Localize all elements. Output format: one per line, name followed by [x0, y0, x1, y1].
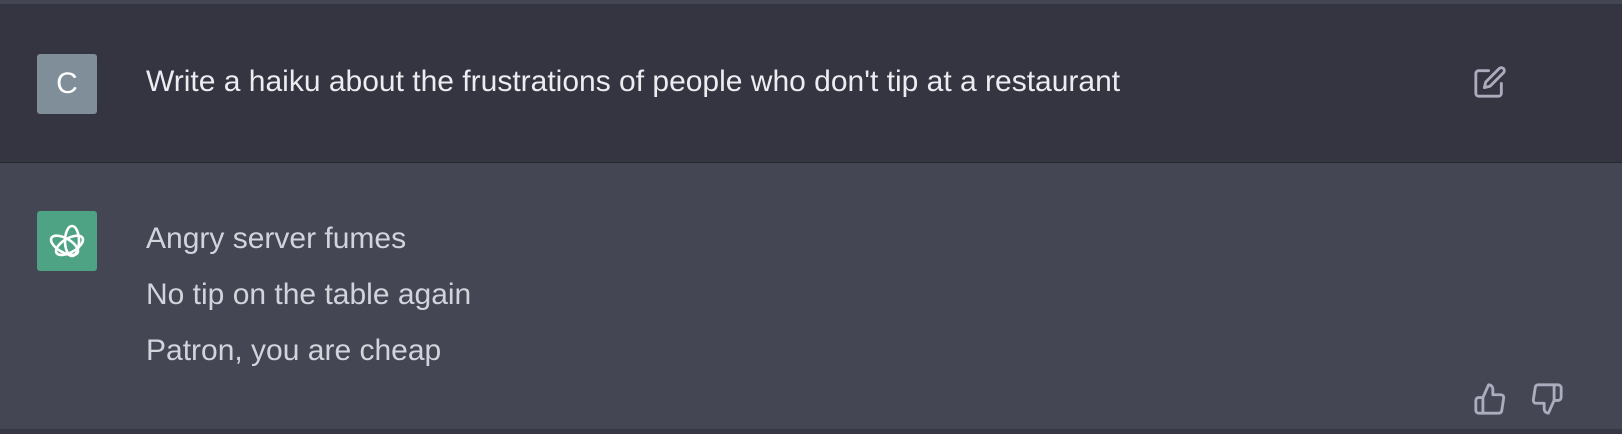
thumbs-up-icon — [1474, 383, 1506, 415]
assistant-avatar — [37, 211, 97, 271]
assistant-message: Angry server fumes No tip on the table a… — [0, 163, 1622, 429]
avatar-letter: C — [56, 67, 78, 100]
user-message-text: Write a haiku about the frustrations of … — [146, 65, 1121, 98]
thumbs-down-button[interactable] — [1529, 381, 1565, 417]
thumbs-down-icon — [1531, 383, 1563, 415]
reply-line: Angry server fumes — [146, 222, 407, 255]
bottom-divider — [0, 429, 1622, 434]
assistant-reply: Angry server fumes No tip on the table a… — [146, 219, 471, 387]
user-avatar: C — [37, 54, 97, 114]
user-message: C Write a haiku about the frustrations o… — [0, 4, 1622, 163]
openai-logo-icon — [49, 224, 85, 258]
reply-line: No tip on the table again — [146, 278, 472, 311]
thumbs-up-button[interactable] — [1472, 381, 1508, 417]
edit-button[interactable] — [1472, 64, 1508, 100]
edit-icon — [1474, 66, 1506, 98]
reply-line: Patron, you are cheap — [146, 334, 442, 367]
